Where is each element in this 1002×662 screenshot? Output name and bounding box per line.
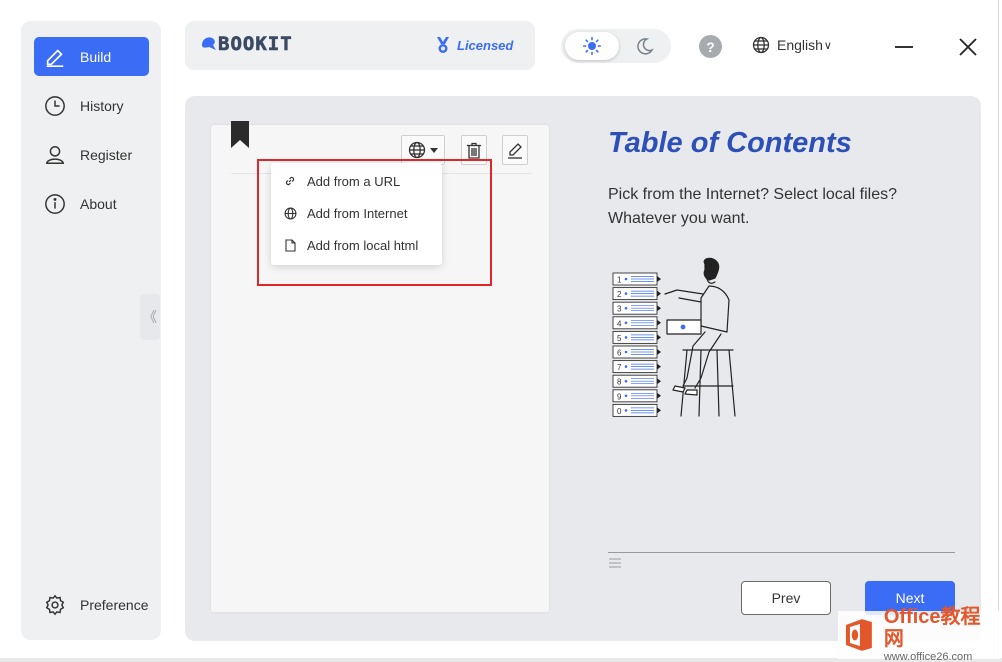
sidebar-collapse-handle[interactable]: 《 <box>140 294 160 340</box>
light-mode-button[interactable] <box>565 32 619 60</box>
illustration-list-number: 8 <box>617 378 622 387</box>
language-selector[interactable]: English ∨ <box>752 36 832 54</box>
illustration-list-number: 4 <box>617 319 622 328</box>
language-label: English <box>777 37 823 53</box>
office-logo-icon <box>845 619 872 651</box>
illustration-list-row: 1 <box>612 272 661 286</box>
logo-text: BOOKIT <box>218 33 293 56</box>
prev-button[interactable]: Prev <box>741 581 831 615</box>
progress-track <box>608 552 955 553</box>
sidebar-item-label: Build <box>80 48 112 65</box>
illustration-list-number: 6 <box>617 349 622 358</box>
app-header: BOOKIT Licensed <box>185 21 535 70</box>
sidebar-item-register[interactable]: Register <box>34 135 149 174</box>
clock-icon <box>42 93 68 119</box>
list-icon[interactable] <box>608 557 622 569</box>
pencil-icon <box>508 142 522 159</box>
theme-toggle[interactable] <box>561 29 671 63</box>
license-badge: Licensed <box>435 36 513 54</box>
sidebar-item-about[interactable]: About <box>34 184 149 223</box>
illustration-list-row: 5 <box>612 330 661 344</box>
pencil-icon <box>42 44 68 70</box>
sidebar-item-label: History <box>80 97 124 114</box>
page-title: Table of Contents <box>608 127 852 159</box>
info-icon <box>42 191 68 217</box>
license-label: Licensed <box>457 37 514 53</box>
illustration-list-row: 7 <box>612 360 661 374</box>
illustration-list-number: 1 <box>617 276 622 285</box>
sidebar-item-label: About <box>80 195 117 212</box>
sidebar-item-label: Preference <box>80 596 149 613</box>
collapse-icon: 《 <box>143 309 157 325</box>
person-with-laptop-illustration: 1 2 3 4 5 6 7 8 9 0 <box>612 257 736 417</box>
close-icon[interactable] <box>957 36 979 58</box>
illustration-list-number: 5 <box>617 334 622 343</box>
illustration-list-number: 0 <box>617 407 622 416</box>
sidebar-item-history[interactable]: History <box>34 86 149 125</box>
annotation-highlight-box <box>257 159 492 286</box>
illustration-list-row: 4 <box>612 316 661 330</box>
illustration-list-number: 2 <box>617 290 622 299</box>
globe-icon <box>752 36 770 54</box>
edit-button[interactable] <box>502 135 528 165</box>
chevron-down-icon: ∨ <box>823 39 832 52</box>
illustration-list-row: 8 <box>612 374 661 388</box>
watermark-url: www.office26.com <box>883 651 973 662</box>
sidebar-item-preference[interactable]: Preference <box>34 585 149 624</box>
sidebar-item-build[interactable]: Build <box>34 37 149 76</box>
help-button[interactable]: ? <box>699 35 722 58</box>
bird-icon <box>202 37 216 50</box>
illustration-list-row: 9 <box>612 389 661 403</box>
watermark: Office教程网 www.office26.com <box>838 606 1000 662</box>
medal-icon <box>437 37 449 53</box>
illustration-list-number: 9 <box>617 392 622 401</box>
bookmark-icon <box>231 121 249 148</box>
moon-icon <box>637 38 654 55</box>
trash-icon <box>467 142 481 159</box>
user-icon <box>42 142 68 168</box>
page-description: Pick from the Internet? Select local fil… <box>608 186 898 227</box>
watermark-title: Office教程网 <box>883 606 981 650</box>
minimize-button[interactable] <box>895 46 913 48</box>
illustration-list-row: 0 <box>612 403 661 417</box>
illustration-list-number: 7 <box>617 363 622 372</box>
help-icon: ? <box>706 38 715 55</box>
illustration-list-row: 2 <box>612 287 661 301</box>
gear-icon <box>42 592 68 618</box>
window-right-edge <box>998 0 1002 662</box>
globe-icon <box>408 141 425 159</box>
illustration-list-number: 3 <box>617 305 622 314</box>
dark-mode-button[interactable] <box>631 34 659 58</box>
sidebar-item-label: Register <box>80 146 133 163</box>
illustration-list-row: 6 <box>612 345 661 359</box>
sun-icon <box>583 37 601 55</box>
illustration-list-row: 3 <box>612 301 661 315</box>
caret-down-icon <box>429 148 438 153</box>
app-logo: BOOKIT <box>200 33 293 55</box>
